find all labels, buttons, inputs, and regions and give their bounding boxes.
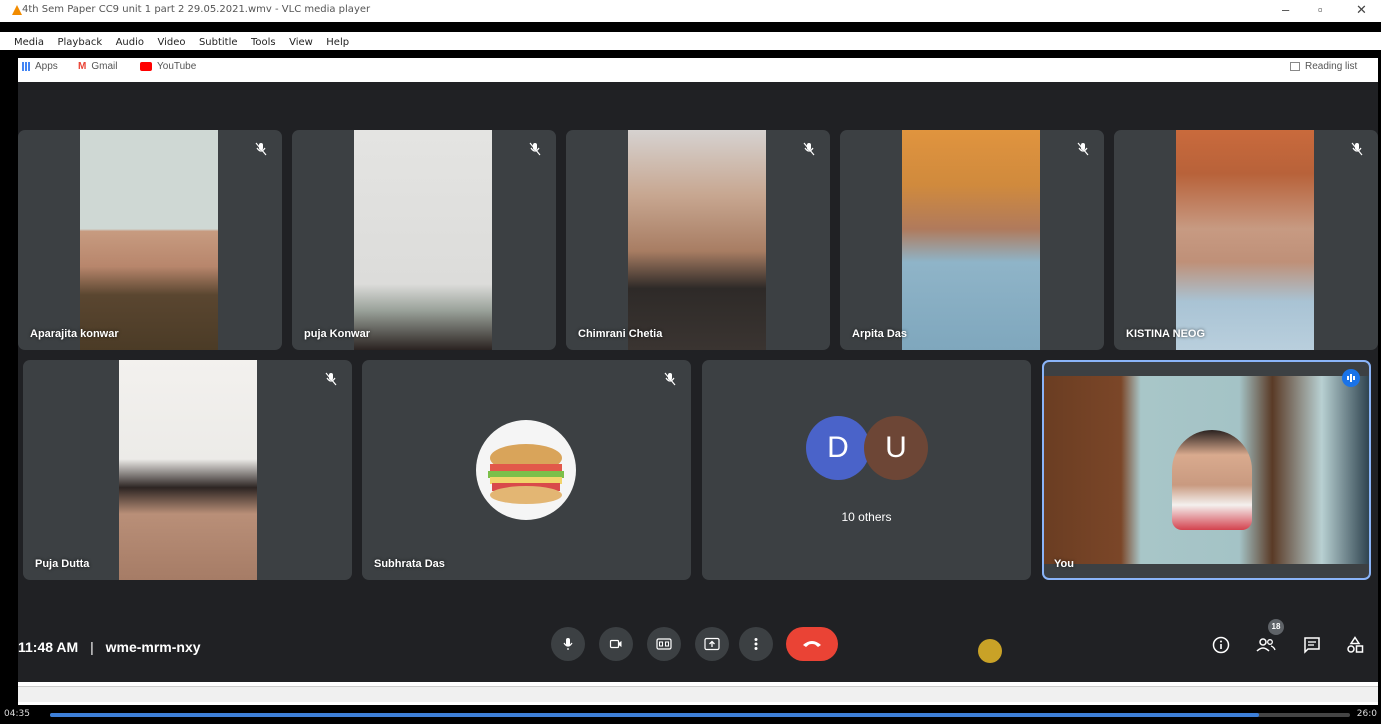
vlc-cone-icon (12, 5, 22, 15)
video-band (0, 50, 1381, 58)
meeting-details: 11:48 AM | wme-mrm-nxy (18, 639, 201, 655)
youtube-icon (140, 61, 152, 71)
participant-tile[interactable]: Subhrata Das (362, 360, 691, 580)
participant-video (1176, 130, 1314, 350)
gmail-icon: M (78, 61, 87, 72)
participant-tile[interactable]: Chimrani Chetia (566, 130, 830, 350)
mic-off-icon (664, 372, 676, 386)
participant-video (628, 130, 766, 350)
vlc-seekbar[interactable]: 04:35 26:0 (0, 705, 1381, 724)
participant-name: KISTINA NEOG (1126, 328, 1206, 340)
reading-list-label: Reading list (1305, 61, 1358, 72)
meeting-code: wme-mrm-nxy (105, 639, 201, 655)
total-time: 26:0 (1356, 709, 1377, 719)
mic-off-icon (325, 372, 337, 386)
close-icon[interactable]: ✕ (1356, 2, 1367, 18)
apps-grid-icon (22, 61, 31, 71)
present-button[interactable] (695, 627, 729, 661)
bookmark-gmail-label: Gmail (91, 61, 118, 72)
video-left-border (0, 58, 18, 708)
reading-list-icon (1290, 61, 1300, 71)
microphone-icon (563, 638, 573, 650)
activities-button[interactable] (1344, 634, 1366, 656)
speaking-indicator-icon (1342, 369, 1360, 387)
mouse-cursor-highlight (978, 639, 1002, 663)
avatar: U (864, 416, 928, 480)
participant-count-badge: 18 (1268, 619, 1284, 635)
participant-name: Arpita Das (852, 328, 908, 340)
meeting-info-button[interactable] (1210, 634, 1232, 656)
present-screen-icon (704, 637, 720, 651)
hang-up-icon (803, 641, 821, 647)
elapsed-time: 04:35 (4, 709, 30, 719)
restore-icon[interactable]: ▫ (1318, 2, 1323, 17)
mic-off-icon (529, 142, 541, 156)
camera-button[interactable] (599, 627, 633, 661)
reading-list[interactable]: Reading list (1290, 61, 1357, 72)
meet-stage: Aparajita konwar puja Konwar Chimrani Ch… (18, 82, 1378, 682)
bookmark-gmail[interactable]: M Gmail (78, 61, 117, 72)
participant-video (119, 360, 257, 580)
active-speaker-border (1042, 360, 1371, 580)
mic-off-icon (1351, 142, 1363, 156)
vlc-status-strip (18, 686, 1378, 702)
closed-captions-icon (656, 638, 672, 650)
participant-name: Puja Dutta (35, 558, 90, 570)
activities-shapes-icon (1347, 636, 1364, 653)
bookmarks-bar: Apps M Gmail YouTube Reading list (18, 58, 1378, 82)
meeting-separator: | (90, 639, 94, 655)
participant-video (354, 130, 492, 350)
participant-name: Chimrani Chetia (578, 328, 663, 340)
others-tile[interactable]: D U 10 others (702, 360, 1031, 580)
leave-call-button[interactable] (786, 627, 838, 661)
participant-video (80, 130, 218, 350)
minimize-icon[interactable]: – (1282, 2, 1289, 17)
more-options-button[interactable] (739, 627, 773, 661)
captions-button[interactable] (647, 627, 681, 661)
mic-off-icon (803, 142, 815, 156)
participant-tile[interactable]: Aparajita konwar (18, 130, 282, 350)
participant-name: puja Konwar (304, 328, 371, 340)
microphone-button[interactable] (551, 627, 585, 661)
chat-icon (1304, 637, 1320, 654)
participant-tile[interactable]: Arpita Das (840, 130, 1104, 350)
vlc-titlebar: 4th Sem Paper CC9 unit 1 part 2 29.05.20… (0, 0, 1381, 22)
bookmark-youtube-label: YouTube (157, 61, 197, 72)
mic-off-icon (255, 142, 267, 156)
chat-button[interactable] (1301, 634, 1323, 656)
sandwich-image (488, 444, 564, 504)
window-band (0, 22, 1381, 32)
seek-progress (50, 713, 1259, 717)
profile-picture (476, 420, 576, 520)
avatar: D (806, 416, 870, 480)
participant-tile[interactable]: Puja Dutta (23, 360, 352, 580)
people-icon (1256, 638, 1276, 652)
window-title: 4th Sem Paper CC9 unit 1 part 2 29.05.20… (22, 4, 371, 15)
seek-track[interactable] (50, 713, 1350, 717)
info-icon (1212, 636, 1230, 654)
bookmark-apps[interactable]: Apps (22, 61, 58, 72)
bookmark-youtube[interactable]: YouTube (140, 61, 196, 72)
participant-name: Subhrata Das (374, 558, 445, 570)
more-vert-icon (754, 638, 758, 650)
others-count-label: 10 others (841, 510, 892, 524)
participant-name: Aparajita konwar (30, 328, 119, 340)
participant-tile[interactable]: KISTINA NEOG (1114, 130, 1378, 350)
camera-icon (609, 639, 622, 649)
mic-off-icon (1077, 142, 1089, 156)
participant-video (902, 130, 1040, 350)
meeting-time: 11:48 AM (18, 639, 79, 655)
participant-tile[interactable]: puja Konwar (292, 130, 556, 350)
vlc-menubar: Media Playback Audio Video Subtitle Tool… (0, 32, 1381, 50)
people-button[interactable] (1255, 634, 1277, 656)
bookmark-apps-label: Apps (35, 61, 58, 72)
